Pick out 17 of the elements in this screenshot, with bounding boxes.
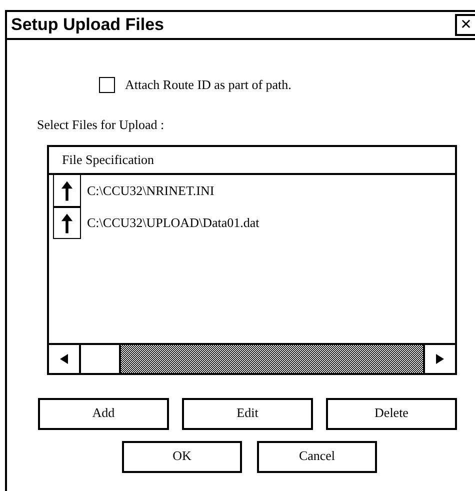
action-button[interactable]: Delete bbox=[326, 398, 457, 430]
checkbox[interactable] bbox=[99, 77, 115, 93]
up-arrow-icon bbox=[53, 175, 81, 207]
horizontal-scrollbar[interactable] bbox=[49, 343, 455, 373]
list-label: Select Files for Upload : bbox=[37, 117, 166, 133]
window-title: Setup Upload Files bbox=[10, 15, 164, 35]
right-arrow-icon[interactable] bbox=[436, 354, 444, 364]
checkbox-label: Attach Route ID as part of path. bbox=[125, 77, 292, 93]
dialog-button[interactable]: OK bbox=[122, 441, 242, 473]
close-button[interactable]: ✕ bbox=[455, 14, 475, 36]
file-path[interactable]: C:\CCU32\NRINET.INI bbox=[87, 183, 214, 199]
action-button[interactable]: Edit bbox=[182, 398, 313, 430]
action-button[interactable]: Add bbox=[38, 398, 169, 430]
left-arrow-icon[interactable] bbox=[60, 354, 68, 364]
file-path[interactable]: C:\CCU32\UPLOAD\Data01.dat bbox=[87, 215, 260, 231]
column-header[interactable]: File Specification bbox=[49, 147, 455, 175]
dialog-button[interactable]: Cancel bbox=[257, 441, 377, 473]
